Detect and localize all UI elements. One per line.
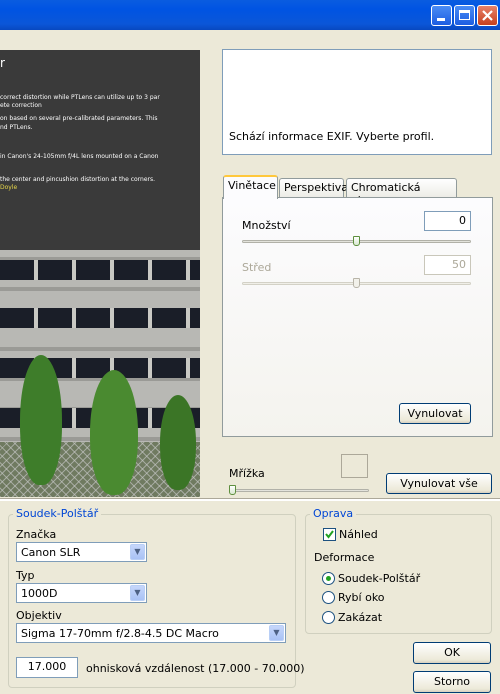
brand-label: Značka — [16, 528, 57, 541]
preview-image[interactable]: r correct distortion while PTLens can ut… — [0, 50, 200, 497]
type-select[interactable]: 1000D ▼ — [16, 583, 147, 603]
barrel-group-title: Soudek-Polštář — [13, 507, 102, 520]
center-slider-thumb[interactable] — [353, 278, 360, 288]
focal-length-field[interactable]: 17.000 — [16, 657, 78, 678]
tree — [90, 370, 138, 495]
exif-message: Schází informace EXIF. Vyberte profil. — [229, 130, 435, 143]
grid-slider-track[interactable] — [229, 489, 369, 492]
chevron-down-icon[interactable]: ▼ — [269, 625, 284, 641]
type-value: 1000D — [21, 587, 58, 600]
tab-perspective[interactable]: Perspektiva — [279, 178, 348, 198]
reset-button[interactable]: Vynulovat — [399, 403, 471, 424]
overlay-line: in Canon's 24-105mm f/4L lens mounted on… — [0, 153, 159, 160]
info-overlay: r correct distortion while PTLens can ut… — [0, 50, 200, 250]
title-bar — [0, 0, 500, 30]
tree — [20, 355, 62, 485]
brand-select[interactable]: Canon SLR ▼ — [16, 542, 147, 562]
radio-barrel[interactable] — [322, 572, 335, 585]
amount-label: Množství — [242, 219, 291, 232]
separator — [0, 498, 500, 501]
lens-label: Objektiv — [16, 609, 62, 622]
overlay-line: nd PTLens. — [0, 124, 33, 131]
reset-all-button[interactable]: Vynulovat vše — [386, 473, 492, 494]
grid-slider-thumb[interactable] — [229, 485, 236, 495]
preview-checkbox[interactable] — [323, 528, 336, 541]
lens-select[interactable]: Sigma 17-70mm f/2.8-4.5 DC Macro ▼ — [16, 623, 286, 643]
minimize-icon[interactable] — [431, 5, 452, 26]
amount-field[interactable]: 0 — [424, 211, 471, 231]
preview-label[interactable]: Náhled — [339, 528, 378, 541]
brand-value: Canon SLR — [21, 546, 81, 559]
correction-group-title: Oprava — [310, 507, 357, 520]
ok-button[interactable]: OK — [413, 642, 491, 664]
tab-chromatic-aberration[interactable]: Chromatická aberace — [346, 178, 457, 207]
tree — [160, 395, 196, 490]
focal-length-label: ohnisková vzdálenost (17.000 - 70.000) — [86, 662, 305, 675]
radio-disable[interactable] — [322, 611, 335, 624]
overlay-line: the center and pincushion distortion at … — [0, 176, 156, 183]
overlay-line: Doyle — [0, 184, 18, 191]
exif-info-box: Schází informace EXIF. Vyberte profil. — [222, 49, 492, 155]
chevron-down-icon[interactable]: ▼ — [130, 585, 145, 601]
radio-disable-label[interactable]: Zakázat — [338, 611, 382, 624]
close-icon[interactable] — [477, 5, 498, 26]
maximize-icon[interactable] — [454, 5, 475, 26]
overlay-line: on based on several pre-calibrated param… — [0, 115, 158, 122]
amount-slider-thumb[interactable] — [353, 236, 360, 246]
tab-vignetting[interactable]: Vinětace — [223, 175, 278, 199]
grid-label: Mřížka — [229, 467, 265, 480]
overlay-line: correct distortion while PTLens can util… — [0, 94, 160, 101]
deformation-label: Deformace — [314, 551, 375, 564]
center-field[interactable]: 50 — [424, 255, 471, 275]
center-label: Střed — [242, 261, 272, 274]
overlay-title: r — [0, 56, 5, 70]
tab-panel — [222, 197, 493, 437]
lens-value: Sigma 17-70mm f/2.8-4.5 DC Macro — [21, 627, 219, 640]
cancel-button[interactable]: Storno — [413, 671, 491, 693]
radio-fisheye-label[interactable]: Rybí oko — [338, 591, 385, 604]
chevron-down-icon[interactable]: ▼ — [130, 544, 145, 560]
grid-color-swatch[interactable] — [341, 454, 368, 478]
type-label: Typ — [16, 569, 35, 582]
overlay-line: ete correction — [0, 102, 42, 109]
radio-fisheye[interactable] — [322, 591, 335, 604]
radio-barrel-label[interactable]: Soudek-Polštář — [338, 572, 420, 585]
